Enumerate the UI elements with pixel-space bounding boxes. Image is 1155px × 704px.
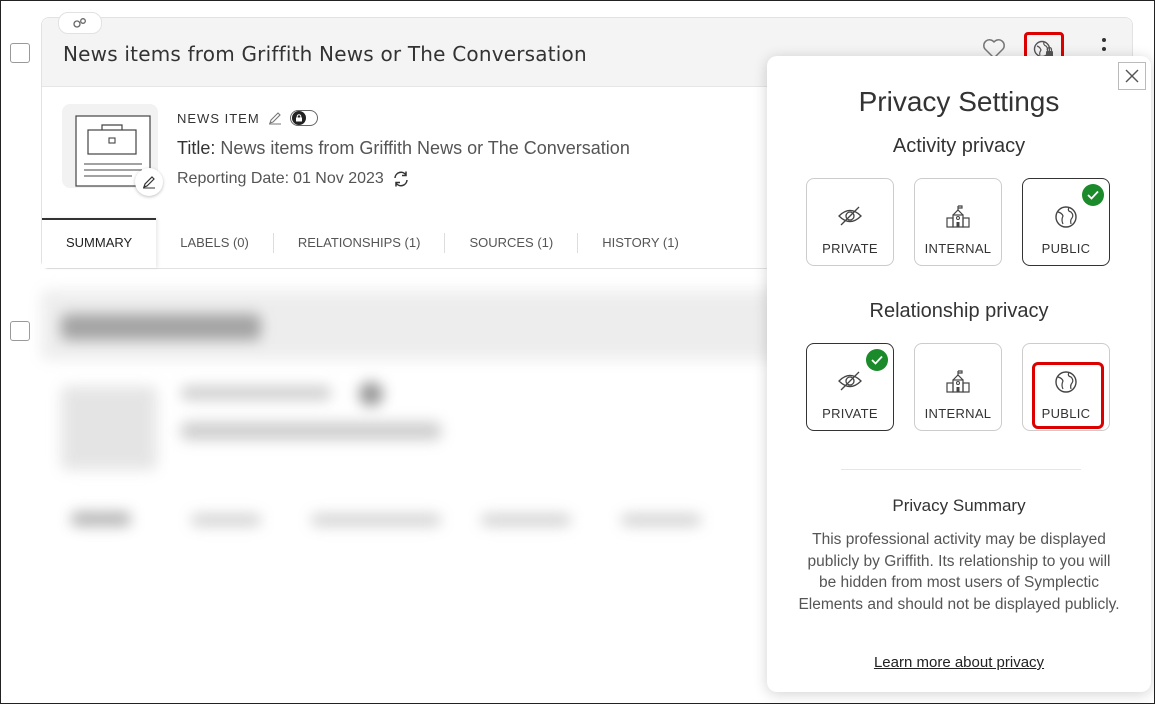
reporting-date-line: Reporting Date: 01 Nov 2023 [177,170,410,188]
reporting-date-label: Reporting Date: [177,170,290,187]
option-label: PRIVATE [822,406,878,421]
close-icon [1125,69,1139,83]
divider [841,469,1081,470]
item-type-label: NEWS ITEM [177,110,260,126]
pencil-icon[interactable] [268,111,282,125]
title-label: Title: [177,138,216,158]
refresh-icon[interactable] [392,170,410,188]
highlight-outline [1032,362,1104,429]
reporting-date-value: 01 Nov 2023 [293,170,384,187]
lock-icon [295,114,302,122]
title-value: News items from Griffith News or The Con… [220,138,630,158]
privacy-settings-popup: Privacy Settings Activity privacy PRIVAT… [767,56,1151,692]
lock-toggle[interactable] [289,110,318,126]
school-icon [946,205,970,228]
activity-public-option[interactable]: PUBLIC [1022,178,1110,266]
edit-thumbnail-button[interactable] [135,168,163,196]
relationship-privacy-title: Relationship privacy [869,300,1049,322]
card-tabs: SUMMARY LABELS (0) RELATIONSHIPS (1) SOU… [42,218,792,268]
item-type-row: NEWS ITEM [177,110,318,126]
globe-icon [1055,206,1077,228]
relationship-private-option[interactable]: PRIVATE [806,343,894,431]
select-item-checkbox-2[interactable] [10,321,30,341]
option-label: PUBLIC [1041,241,1091,256]
school-icon [946,370,970,393]
pencil-icon [143,176,155,189]
eye-off-icon [838,371,862,391]
tab-labels[interactable]: LABELS (0) [156,233,274,253]
eye-off-icon [838,206,862,226]
option-label: PRIVATE [822,241,878,256]
tab-relationships[interactable]: RELATIONSHIPS (1) [274,233,446,253]
activity-internal-option[interactable]: INTERNAL [914,178,1002,266]
option-label: INTERNAL [924,406,992,421]
selected-check-icon [1082,184,1104,206]
privacy-summary-title: Privacy Summary [892,496,1026,515]
gears-badge [58,12,102,34]
option-label: INTERNAL [924,241,992,256]
select-item-checkbox[interactable] [10,43,30,63]
card-title[interactable]: News items from Griffith News or The Con… [63,42,587,66]
relationship-internal-option[interactable]: INTERNAL [914,343,1002,431]
popup-title: Privacy Settings [858,86,1060,117]
gears-icon [73,18,86,28]
selected-check-icon [866,349,888,371]
learn-more-privacy-link[interactable]: Learn more about privacy [767,654,1151,671]
tab-sources[interactable]: SOURCES (1) [445,233,579,253]
privacy-summary-text: This professional activity may be displa… [798,531,1120,613]
tab-summary[interactable]: SUMMARY [42,218,157,268]
activity-private-option[interactable]: PRIVATE [806,178,894,266]
title-line: Title: News items from Griffith News or … [177,138,630,159]
tab-history[interactable]: HISTORY (1) [578,233,703,253]
activity-privacy-title: Activity privacy [892,135,1026,157]
